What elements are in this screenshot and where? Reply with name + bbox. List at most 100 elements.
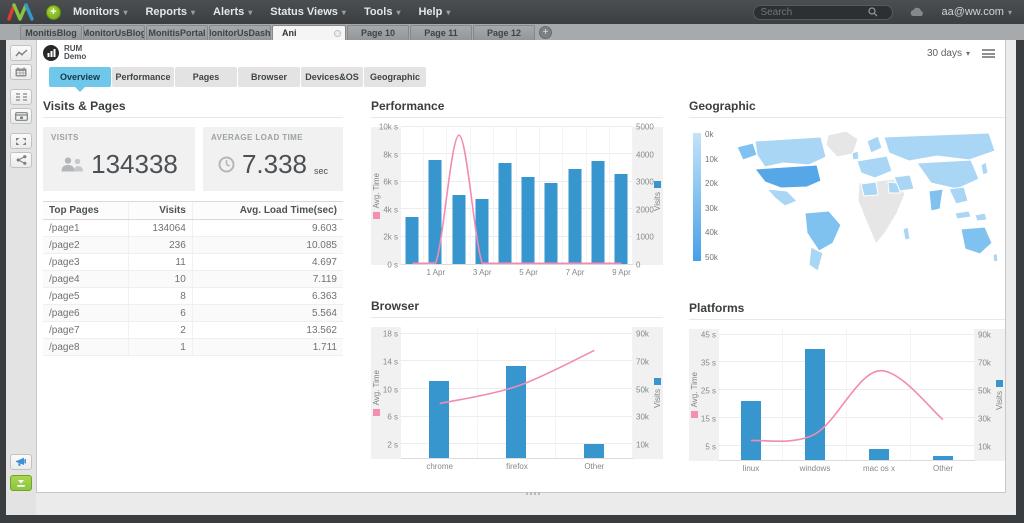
- menu-item-reports[interactable]: Reports▾: [145, 6, 195, 18]
- category-cell: [719, 329, 783, 460]
- dashboard-tab-page-11[interactable]: Page 11: [410, 25, 472, 40]
- tab-pages[interactable]: Pages: [175, 67, 237, 87]
- category-cell: [447, 127, 470, 264]
- tab-close-icon[interactable]: [334, 30, 341, 37]
- cloud-icon[interactable]: [909, 7, 925, 17]
- legend-swatch-pink: [373, 409, 380, 416]
- add-monitor-button[interactable]: +: [46, 5, 61, 20]
- menu-item-help[interactable]: Help▾: [418, 6, 450, 18]
- col-header-top-pages[interactable]: Top Pages: [43, 202, 129, 220]
- tab-label: Page 10: [361, 28, 395, 38]
- table-row[interactable]: /page4107.119: [43, 271, 343, 288]
- table-cell: 8: [129, 288, 193, 305]
- menu-item-monitors[interactable]: Monitors▾: [73, 6, 127, 18]
- axis-tick: 6k s: [383, 178, 398, 187]
- country-uk: [852, 151, 859, 160]
- col-header-visits[interactable]: Visits: [129, 202, 193, 220]
- layout-grid-icon[interactable]: [10, 89, 32, 105]
- table-cell: /page1: [43, 220, 129, 237]
- publish-icon[interactable]: [10, 475, 32, 491]
- dashboard-tab-monitorusdashb[interactable]: MonitorUsDashb: [209, 25, 271, 40]
- axis-tick: 30k: [978, 414, 991, 423]
- country-indonesia: [955, 211, 971, 219]
- panel-resize-handle[interactable]: [526, 492, 542, 495]
- country-india: [929, 189, 943, 211]
- menu-item-status-views[interactable]: Status Views▾: [270, 6, 346, 18]
- axis-left: Avg. Time5 s15 s25 s35 s45 s: [689, 329, 719, 461]
- dashboard-tab-monitisportal[interactable]: MonitisPortal: [146, 25, 208, 40]
- tab-devices-os[interactable]: Devices&OS: [301, 67, 363, 87]
- dashboard-tab-ani[interactable]: Ani: [272, 25, 346, 40]
- table-row[interactable]: /page811.711: [43, 339, 343, 356]
- table-row[interactable]: /page3114.697: [43, 254, 343, 271]
- axis-tick: 0: [636, 261, 640, 270]
- dashboard-tab-monitorusblog[interactable]: MonitorUsBlog: [83, 25, 145, 40]
- add-tab-button[interactable]: +: [539, 26, 552, 39]
- bar: [498, 163, 511, 264]
- megaphone-icon[interactable]: [10, 454, 32, 470]
- calendar-icon[interactable]: [10, 64, 32, 80]
- chart-body: linuxwindowsmac os xOther: [719, 329, 975, 477]
- table-row[interactable]: /page586.363: [43, 288, 343, 305]
- table-cell: 6: [129, 305, 193, 322]
- performance-chart: Avg. Time0 s2k s4k s6k s8k s10k s1 Apr3 …: [371, 127, 663, 281]
- bar: [406, 217, 419, 264]
- tab-overview[interactable]: Overview: [49, 67, 111, 87]
- country-brazil: [805, 211, 841, 251]
- fullscreen-icon[interactable]: [10, 133, 32, 149]
- account-menu[interactable]: aa@ww.com ▾: [941, 6, 1012, 18]
- axis-tick: 10k: [636, 441, 649, 450]
- table-row[interactable]: /page11340649.603: [43, 220, 343, 237]
- legend-tick: 10k: [705, 155, 718, 164]
- axis-title: Visits: [653, 389, 662, 408]
- dashboard-tab-page-12[interactable]: Page 12: [473, 25, 535, 40]
- table-row[interactable]: /page223610.085: [43, 237, 343, 254]
- world-map[interactable]: [729, 127, 1001, 277]
- monitis-logo-icon[interactable]: [6, 3, 36, 21]
- geographic-section: Geographic 0k10k20k30k40k50k: [689, 99, 1005, 283]
- col-header-load-time[interactable]: Avg. Load Time(sec): [192, 202, 343, 220]
- axis-tick: 50k: [636, 385, 649, 394]
- x-axis-label: [494, 265, 517, 281]
- tab-performance[interactable]: Performance: [112, 67, 174, 87]
- bar: [614, 174, 627, 264]
- axis-left: Avg. Time2 s6 s10 s14 s18 s: [371, 327, 401, 459]
- x-axis-label: [540, 265, 563, 281]
- tab-browser[interactable]: Browser: [238, 67, 300, 87]
- menu-item-alerts[interactable]: Alerts▾: [213, 6, 252, 18]
- table-cell: /page3: [43, 254, 129, 271]
- axis-tick: 18 s: [383, 329, 398, 338]
- line-chart-icon[interactable]: [10, 45, 32, 61]
- search-box[interactable]: [753, 5, 893, 20]
- date-range-selector[interactable]: 30 days ▾: [927, 48, 970, 59]
- browser-chart: Avg. Time2 s6 s10 s14 s18 schromefirefox…: [371, 327, 663, 475]
- table-row[interactable]: /page665.564: [43, 305, 343, 322]
- category-cell: [783, 329, 847, 460]
- x-axis-label: windows: [783, 461, 847, 477]
- axis-tick: 90k: [636, 329, 649, 338]
- x-axis-label: 7 Apr: [563, 265, 586, 281]
- category-cell: [478, 327, 555, 458]
- table-cell: 13.562: [192, 322, 343, 339]
- axis-tick: 5000: [636, 123, 654, 132]
- dashboard-tab-monitisblog[interactable]: MonitisBlog: [20, 25, 82, 40]
- tab-geographic[interactable]: Geographic: [364, 67, 426, 87]
- x-axis-labels: linuxwindowsmac os xOther: [719, 461, 975, 477]
- country-madagascar: [903, 227, 910, 240]
- widget-box-icon[interactable]: [10, 108, 32, 124]
- table-row[interactable]: /page7213.562: [43, 322, 343, 339]
- load-time-unit: sec: [314, 166, 328, 176]
- menu-item-tools[interactable]: Tools▾: [364, 6, 401, 18]
- category-cell: [401, 327, 478, 458]
- axis-right: Visits10k30k50k70k90k: [975, 329, 1005, 461]
- dashboard-tab-page-10[interactable]: Page 10: [347, 25, 409, 40]
- axis-tick: 14 s: [383, 357, 398, 366]
- middle-column: Performance Avg. Time0 s2k s4k s6k s8k s…: [371, 99, 663, 477]
- search-input[interactable]: [760, 7, 868, 18]
- share-icon[interactable]: [10, 152, 32, 168]
- x-axis-label: Other: [556, 459, 633, 475]
- axis-tick: 15 s: [701, 414, 716, 423]
- widget-menu-icon[interactable]: [982, 49, 995, 58]
- chart-body: 1 Apr3 Apr5 Apr7 Apr9 Apr: [401, 127, 633, 281]
- category-cell: [471, 127, 494, 264]
